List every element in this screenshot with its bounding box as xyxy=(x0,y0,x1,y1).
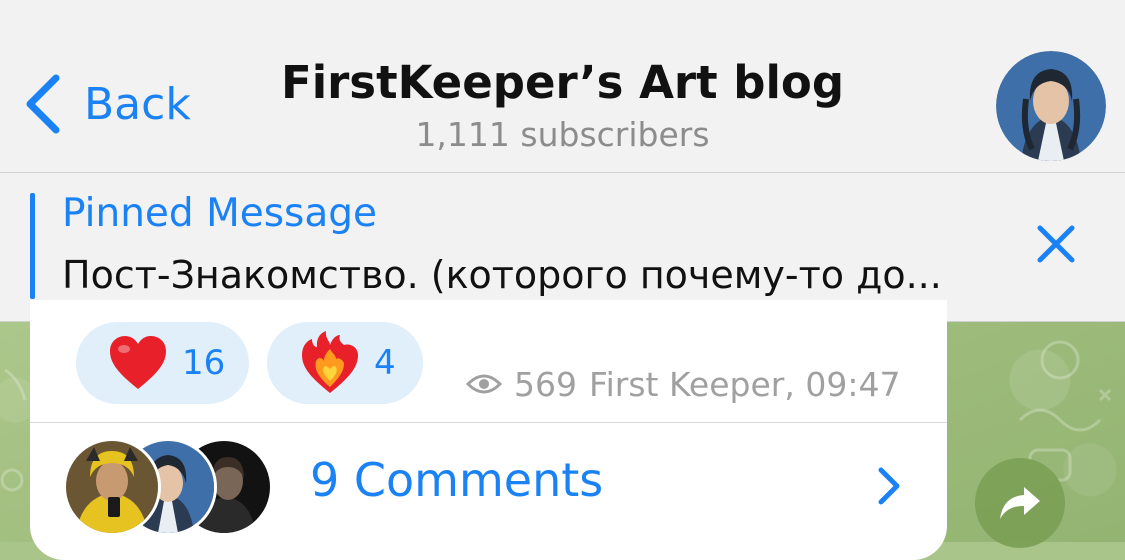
channel-title[interactable]: FirstKeeper’s Art blog xyxy=(0,56,1125,109)
chevron-right-icon xyxy=(878,467,900,505)
chat-header: Back FirstKeeper’s Art blog 1,111 subscr… xyxy=(0,0,1125,173)
commenter-avatar xyxy=(63,438,161,536)
reaction-heart-on-fire[interactable]: 4 xyxy=(267,322,423,404)
comments-count-label: 9 Comments xyxy=(310,453,604,507)
wallpaper-doodles-left xyxy=(0,368,27,492)
share-arrow-icon xyxy=(1000,487,1040,519)
reaction-heart[interactable]: 16 xyxy=(76,322,249,404)
eye-icon xyxy=(466,374,502,394)
pinned-label: Pinned Message xyxy=(62,191,378,236)
close-icon[interactable] xyxy=(1034,222,1078,266)
author-and-time: First Keeper, 09:47 xyxy=(589,364,901,404)
share-button[interactable] xyxy=(975,458,1065,548)
pinned-text: Пост-Знакомство. (которого почему-то до.… xyxy=(62,253,942,297)
pinned-accent-bar xyxy=(30,193,35,299)
heart-icon xyxy=(110,336,166,389)
comments-button[interactable]: 9 Comments xyxy=(30,423,947,542)
channel-avatar[interactable] xyxy=(996,51,1106,161)
view-count: 569 xyxy=(514,364,577,404)
reaction-count: 16 xyxy=(182,343,226,383)
message-meta: 569 First Keeper, 09:47 xyxy=(466,362,900,406)
reaction-count: 4 xyxy=(374,343,396,383)
heart-on-fire-icon xyxy=(302,331,358,393)
subscriber-count: 1,111 subscribers xyxy=(415,115,710,154)
